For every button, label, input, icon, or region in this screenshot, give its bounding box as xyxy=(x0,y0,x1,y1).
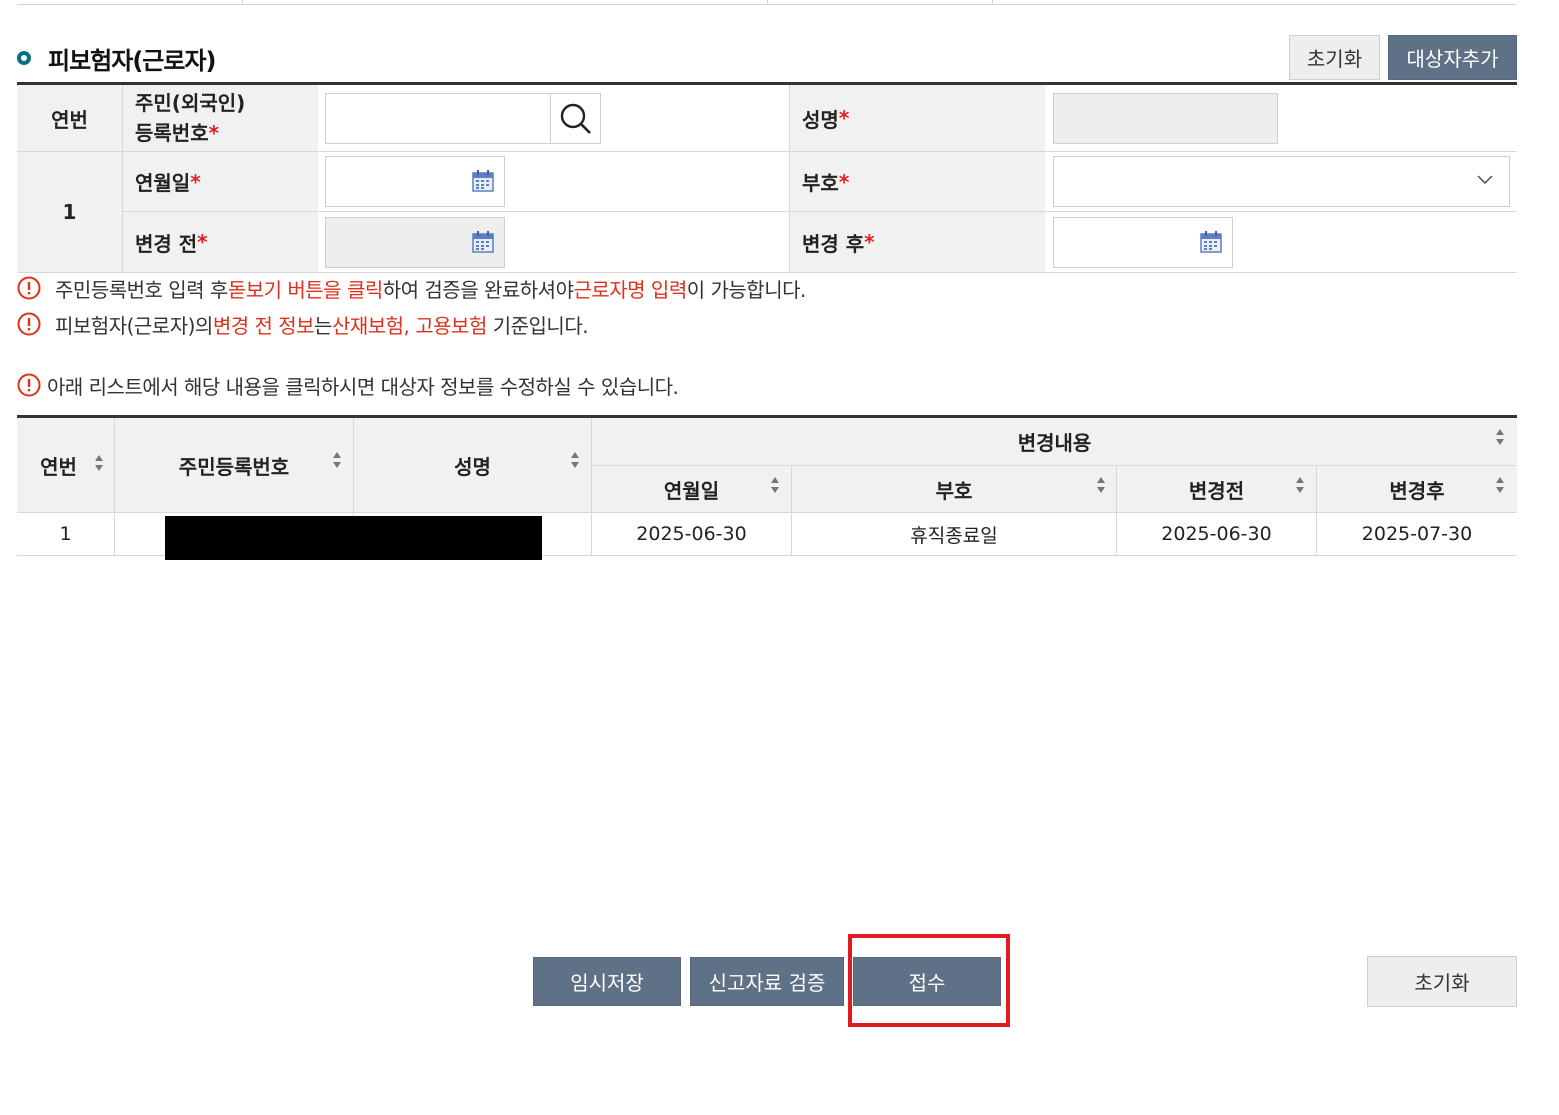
sort-icon[interactable] xyxy=(1495,428,1505,446)
notice-2: 피보험자(근로자)의 변경 전 정보 는 산재보험, 고용보험 기준입니다. xyxy=(17,311,589,338)
name-input[interactable] xyxy=(1053,93,1278,144)
form-row-date: 연월일 * 부호 * xyxy=(122,152,1517,212)
sort-icon[interactable] xyxy=(332,451,342,469)
warning-icon xyxy=(17,312,41,336)
notice-1-e: 이 가능합니다. xyxy=(686,277,807,302)
after-date-input[interactable] xyxy=(1053,217,1233,268)
sort-icon[interactable] xyxy=(94,454,104,472)
cell-date: 2025-06-30 xyxy=(592,513,792,556)
required-mark: * xyxy=(208,121,220,145)
notice-3-text: 아래 리스트에서 해당 내용을 클릭하시면 대상자 정보를 수정하실 수 있습니… xyxy=(47,374,679,399)
notice-2-c: 는 xyxy=(314,313,332,338)
col-header-code[interactable]: 부호 xyxy=(792,466,1117,513)
seq-value: 1 xyxy=(17,152,122,273)
col-header-after[interactable]: 변경후 xyxy=(1317,466,1517,513)
insured-form: 연번 주민(외국인) 등록번호* 성명 * 1 연월일 * 부호 * 변경 전 … xyxy=(17,82,1517,273)
code-label: 부호 * xyxy=(789,152,1045,211)
cell-after: 2025-07-30 xyxy=(1317,513,1517,556)
search-icon xyxy=(560,103,591,134)
name-label: 성명 * xyxy=(789,85,1045,151)
seq-label: 연번 xyxy=(17,85,122,151)
rrn-label: 주민(외국인) 등록번호* xyxy=(122,85,318,151)
form-row-rrn: 연번 주민(외국인) 등록번호* 성명 * xyxy=(17,85,1517,152)
sort-icon[interactable] xyxy=(770,476,780,494)
before-date-input[interactable] xyxy=(325,217,505,268)
calendar-icon[interactable] xyxy=(1200,231,1222,253)
search-button[interactable] xyxy=(550,94,600,143)
rrn-label-line1: 주민(외국인) xyxy=(135,91,246,115)
page: 피보험자(근로자) 초기화 대상자추가 연번 주민(외국인) 등록번호* 성명 … xyxy=(0,0,1559,1115)
warning-icon xyxy=(17,373,41,397)
notice-1-d: 근로자명 입력 xyxy=(573,277,687,302)
reset-button[interactable]: 초기화 xyxy=(1367,956,1517,1007)
calendar-icon[interactable] xyxy=(472,231,494,253)
before-label: 변경 전 * xyxy=(122,212,318,272)
notice-2-b: 변경 전 정보 xyxy=(212,313,315,338)
after-label: 변경 후 * xyxy=(789,212,1045,272)
sort-icon[interactable] xyxy=(1096,476,1106,494)
notice-1-c: 하여 검증을 완료하셔야 xyxy=(382,277,574,302)
date-input[interactable] xyxy=(325,156,505,207)
warning-icon xyxy=(17,276,41,300)
notice-2-d: 산재보험, 고용보험 xyxy=(331,313,487,338)
cell-seq: 1 xyxy=(17,513,115,556)
notice-1: 주민등록번호 입력 후 돋보기 버튼을 클릭 하여 검증을 완료하셔야 근로자명… xyxy=(17,275,807,302)
col-header-change[interactable]: 변경내용 xyxy=(592,418,1517,466)
add-target-button[interactable]: 대상자추가 xyxy=(1388,35,1517,80)
notice-3: 아래 리스트에서 해당 내용을 클릭하시면 대상자 정보를 수정하실 수 있습니… xyxy=(17,372,679,399)
target-list-table: 연번 주민등록번호 성명 변경내용 연월일 부호 변경전 변경후 1 2025-… xyxy=(17,415,1517,560)
col-header-date[interactable]: 연월일 xyxy=(592,466,792,513)
col-header-name[interactable]: 성명 xyxy=(354,418,592,513)
previous-table-edge xyxy=(17,0,1517,5)
redaction-block xyxy=(165,516,542,560)
date-label: 연월일 * xyxy=(122,152,318,211)
notice-1-b: 돋보기 버튼을 클릭 xyxy=(227,277,383,302)
code-select[interactable] xyxy=(1053,156,1510,207)
notice-2-a: 피보험자(근로자)의 xyxy=(55,313,213,338)
temp-save-button[interactable]: 임시저장 xyxy=(533,957,681,1006)
form-row-change: 변경 전 * 변경 후 * xyxy=(122,212,1517,273)
col-header-before[interactable]: 변경전 xyxy=(1117,466,1317,513)
notice-1-a: 주민등록번호 입력 후 xyxy=(55,277,228,302)
calendar-icon[interactable] xyxy=(472,170,494,192)
section-title-text: 피보험자(근로자) xyxy=(48,46,216,75)
sort-icon[interactable] xyxy=(1295,476,1305,494)
validate-button[interactable]: 신고자료 검증 xyxy=(690,957,844,1006)
sort-icon[interactable] xyxy=(570,451,580,469)
sort-icon[interactable] xyxy=(1495,476,1505,494)
col-header-seq[interactable]: 연번 xyxy=(17,418,115,513)
highlight-box xyxy=(848,934,1010,1027)
cell-before: 2025-06-30 xyxy=(1117,513,1317,556)
reset-form-button[interactable]: 초기화 xyxy=(1289,35,1380,80)
section-title: 피보험자(근로자) xyxy=(17,40,216,76)
chevron-down-icon xyxy=(1477,175,1493,184)
cell-code: 휴직종료일 xyxy=(792,513,1117,556)
col-header-rrn[interactable]: 주민등록번호 xyxy=(115,418,354,513)
bullet-icon xyxy=(17,51,31,65)
notice-2-e: 기준입니다. xyxy=(486,313,589,338)
rrn-input[interactable] xyxy=(325,93,601,144)
rrn-label-line2: 등록번호 xyxy=(135,121,209,145)
